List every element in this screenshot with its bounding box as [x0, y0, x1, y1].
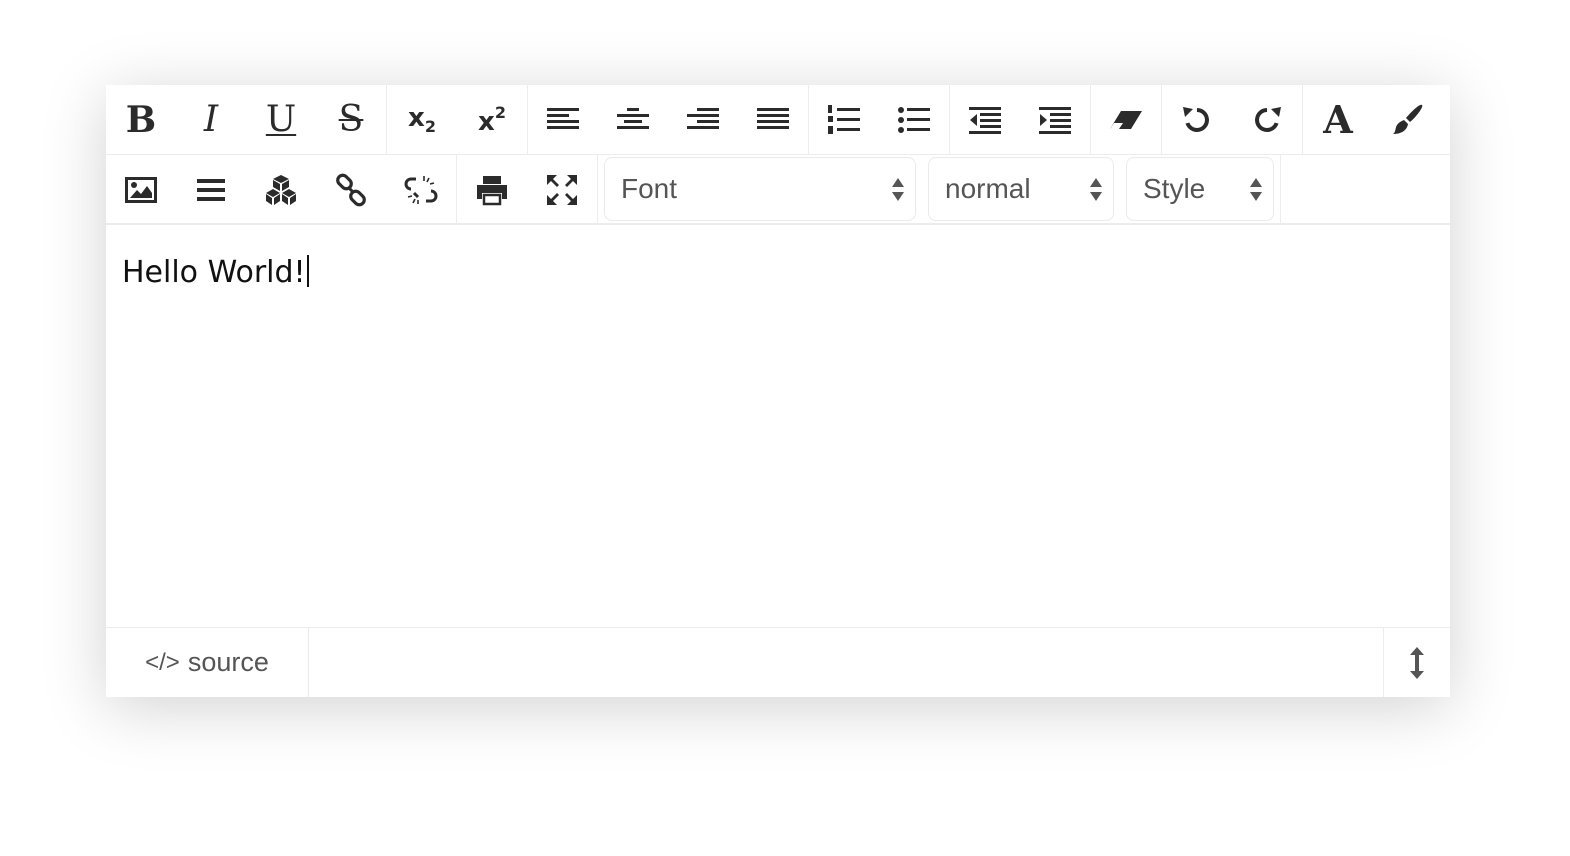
statusbar-spacer [309, 628, 1383, 697]
redo-icon [1255, 106, 1281, 132]
italic-button[interactable]: I [176, 85, 246, 154]
text-color-icon: A [1323, 96, 1353, 142]
font-family-value: Font [621, 173, 678, 204]
superscript-icon: x2 [478, 102, 506, 137]
background-color-button[interactable] [1373, 85, 1443, 154]
font-size-value: normal [945, 173, 1031, 204]
content-text: Hello World! [122, 255, 306, 290]
align-justify-icon [757, 107, 789, 129]
indent-button[interactable] [1020, 85, 1090, 154]
color-group: A [1303, 85, 1443, 154]
subscript-base: x [408, 102, 425, 133]
align-center-icon [617, 107, 649, 129]
toolbar-row-formatting: B I U S x2 x2 A [106, 85, 1450, 155]
align-right-icon [687, 107, 719, 129]
bold-button[interactable]: B [106, 85, 176, 154]
unlink-button[interactable] [386, 155, 456, 224]
text-color-button[interactable]: A [1303, 85, 1373, 154]
resize-handle[interactable] [1383, 628, 1450, 697]
code-icon: </> [145, 648, 180, 676]
unlink-icon [404, 175, 438, 204]
editor-content-area[interactable]: Hello World! [106, 227, 1450, 627]
indent-icon [1039, 106, 1071, 134]
list-group [809, 85, 950, 154]
align-left-icon [547, 107, 579, 129]
brush-icon [1393, 104, 1423, 134]
superscript-num: 2 [494, 102, 506, 122]
insert-group [106, 155, 457, 223]
insert-image-button[interactable] [106, 155, 176, 224]
link-icon [336, 173, 366, 206]
editor-statusbar: </> source [106, 627, 1450, 697]
subscript-num: 2 [424, 116, 436, 136]
cubes-icon [266, 174, 296, 205]
underline-button[interactable]: U [246, 85, 316, 154]
image-icon [125, 176, 157, 203]
unordered-list-icon [898, 106, 930, 133]
ordered-list-icon [828, 104, 860, 134]
print-button[interactable] [457, 155, 527, 224]
align-justify-button[interactable] [738, 85, 808, 154]
bold-icon: B [125, 98, 157, 141]
select-arrows-icon [891, 177, 905, 201]
align-left-button[interactable] [528, 85, 598, 154]
vertical-resize-icon [1410, 646, 1424, 679]
select-arrows-icon [1089, 177, 1103, 201]
view-group [457, 155, 598, 223]
align-right-button[interactable] [668, 85, 738, 154]
font-family-select[interactable]: Font [604, 157, 916, 221]
superscript-button[interactable]: x2 [457, 85, 527, 154]
print-icon [477, 175, 507, 205]
font-size-select[interactable]: normal [928, 157, 1114, 221]
source-label: source [187, 647, 269, 677]
fullscreen-button[interactable] [527, 155, 597, 224]
text-caret [306, 255, 309, 287]
paragraph-style-select[interactable]: Style [1126, 157, 1274, 221]
script-group: x2 x2 [387, 85, 528, 154]
rich-text-editor: B I U S x2 x2 A Font normal Style Hello … [106, 85, 1450, 697]
undo-button[interactable] [1162, 85, 1232, 154]
paragraph-style-value: Style [1143, 173, 1206, 204]
source-toggle-button[interactable]: </> source [106, 628, 309, 697]
subscript-icon: x2 [408, 105, 436, 135]
clear-format-group [1091, 85, 1162, 154]
undo-icon [1183, 106, 1209, 132]
superscript-base: x [478, 106, 495, 137]
redo-button[interactable] [1232, 85, 1302, 154]
ordered-list-button[interactable] [809, 85, 879, 154]
underline-icon: U [265, 98, 297, 140]
history-group [1162, 85, 1303, 154]
clear-formatting-button[interactable] [1091, 85, 1161, 154]
strikethrough-button[interactable]: S [316, 85, 386, 154]
outdent-icon [969, 106, 1001, 134]
text-style-group: B I U S [106, 85, 387, 154]
eraser-icon [1110, 110, 1142, 129]
outdent-button[interactable] [950, 85, 1020, 154]
italic-icon: I [203, 98, 219, 140]
toolbar-spacer [1280, 155, 1450, 223]
indent-group [950, 85, 1091, 154]
subscript-button[interactable]: x2 [387, 85, 457, 154]
horizontal-rule-icon [197, 178, 225, 201]
insert-link-button[interactable] [316, 155, 386, 224]
insert-block-button[interactable] [246, 155, 316, 224]
select-arrows-icon [1249, 177, 1263, 201]
toolbar-row-insert: Font normal Style [106, 155, 1450, 225]
unordered-list-button[interactable] [879, 85, 949, 154]
strikethrough-icon: S [338, 98, 364, 140]
alignment-group [528, 85, 809, 154]
horizontal-rule-button[interactable] [176, 155, 246, 224]
align-center-button[interactable] [598, 85, 668, 154]
fullscreen-icon [547, 174, 577, 205]
